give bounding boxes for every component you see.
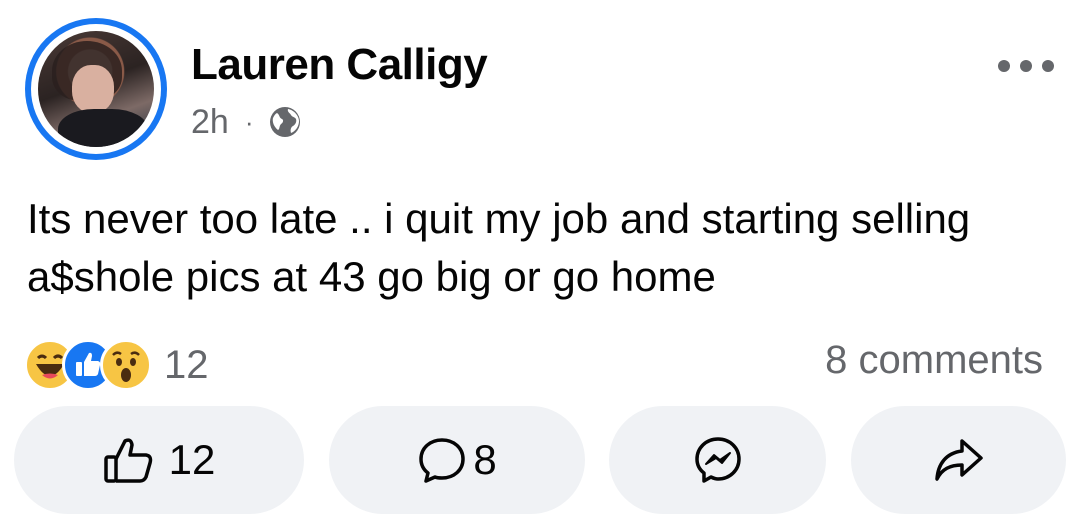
more-options-button[interactable] [998,48,1054,84]
post-timestamp[interactable]: 2h [191,103,229,142]
reactions-summary[interactable]: 12 [24,339,209,391]
thumbs-up-icon [103,438,152,483]
more-dot-icon [1042,60,1054,72]
meta-separator: · [244,106,254,137]
post-meta: 2h · [191,102,302,142]
avatar[interactable] [38,31,154,147]
send-message-button[interactable] [609,406,826,514]
more-dot-icon [1020,60,1032,72]
comment-count: 8 [473,436,497,483]
wow-reaction-icon [100,339,152,391]
comments-count-link[interactable]: 8 comments [825,338,1043,383]
avatar-frame [31,24,161,154]
author-name[interactable]: Lauren Calligy [191,40,488,90]
share-icon [934,439,983,481]
avatar-story-ring[interactable] [25,18,167,160]
comment-button[interactable]: 8 [329,406,585,514]
reaction-count: 12 [164,342,209,387]
like-button[interactable]: 12 [14,406,304,514]
messenger-icon [694,437,741,483]
share-button[interactable] [851,406,1066,514]
post-text: Its never too late .. i quit my job and … [27,195,971,300]
more-dot-icon [998,60,1010,72]
like-count: 12 [168,436,216,483]
globe-icon[interactable] [268,105,302,139]
comment-bubble-icon [419,438,466,483]
